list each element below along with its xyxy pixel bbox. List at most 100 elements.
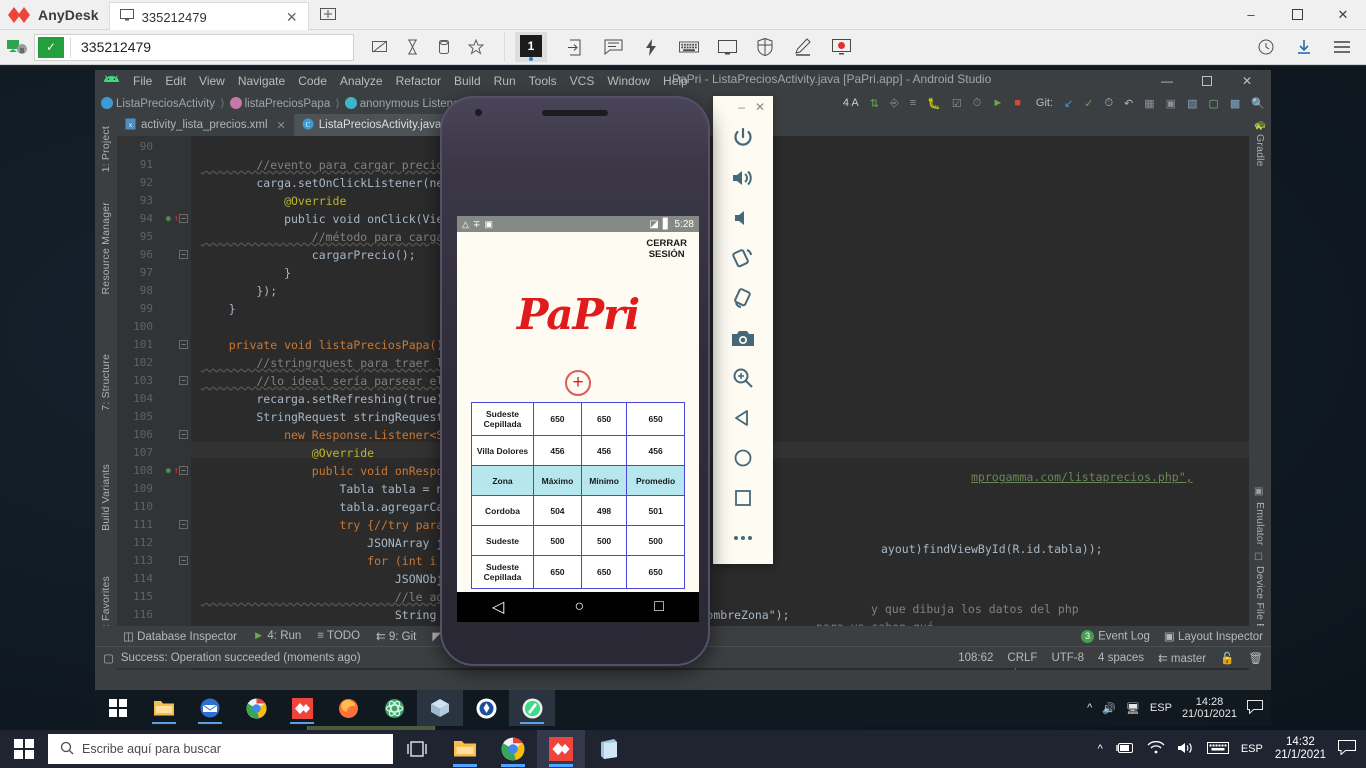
file-explorer-icon[interactable]	[441, 730, 489, 768]
close-icon[interactable]: ✕	[277, 119, 286, 132]
local-clock[interactable]: 14:32 21/1/2021	[1275, 736, 1326, 762]
menu-edit[interactable]: Edit	[165, 74, 186, 88]
menu-vcs[interactable]: VCS	[570, 74, 595, 88]
breadcrumb-listener[interactable]: anonymous Listener	[344, 96, 463, 110]
transfer-icon[interactable]	[565, 37, 585, 57]
fold-icon[interactable]: −	[179, 340, 188, 349]
fold-icon[interactable]: −	[179, 250, 188, 259]
search-icon[interactable]: 🔍	[1251, 97, 1265, 110]
battery-icon[interactable]	[1115, 742, 1135, 757]
home-icon[interactable]	[713, 438, 773, 478]
android-studio-icon[interactable]	[509, 690, 555, 726]
profiler-icon[interactable]: ⏱	[973, 97, 982, 110]
rail-build-variants[interactable]: Build Variants	[100, 464, 112, 531]
windows-start-icon[interactable]	[0, 730, 48, 768]
fold-icon[interactable]: −	[179, 520, 188, 529]
git-update-icon[interactable]: ↙	[1064, 97, 1073, 110]
rotate-left-icon[interactable]	[713, 238, 773, 278]
star-icon[interactable]	[466, 37, 486, 57]
anydesk-icon[interactable]	[537, 730, 585, 768]
record-icon[interactable]	[831, 37, 851, 57]
sync-gradle-icon[interactable]: ▩	[1230, 97, 1240, 110]
device-file-icon[interactable]: ▢	[1208, 97, 1218, 110]
windows-start-icon[interactable]	[95, 690, 141, 726]
file-explorer-icon[interactable]	[141, 690, 187, 726]
git-commit-icon[interactable]: ✓	[1084, 97, 1093, 110]
git-rollback-icon[interactable]: ↶	[1124, 97, 1133, 110]
run-config-label[interactable]: 4 A	[843, 97, 859, 109]
home-nav-icon[interactable]: ○	[574, 598, 584, 616]
tool-run[interactable]: ► 4: Run	[253, 630, 301, 642]
indent-setting[interactable]: 4 spaces	[1098, 652, 1144, 664]
run-profile-icon[interactable]: ►	[992, 97, 1003, 109]
history-icon[interactable]	[1256, 37, 1276, 57]
fold-icon[interactable]: −	[179, 556, 188, 565]
project-structure-icon[interactable]: ▦	[1144, 97, 1154, 110]
more-icon[interactable]	[713, 518, 773, 558]
anydesk-session-tab[interactable]: 335212479 ✕	[108, 2, 309, 31]
notification-icon[interactable]	[1338, 740, 1356, 758]
volume-icon[interactable]	[1177, 741, 1195, 758]
menu-analyze[interactable]: Analyze	[340, 74, 383, 88]
chrome-icon[interactable]	[489, 730, 537, 768]
atom-icon[interactable]	[371, 690, 417, 726]
breadcrumb-method[interactable]: listaPreciosPapa	[229, 96, 330, 110]
remote-clock[interactable]: 14:28 21/01/2021	[1182, 696, 1237, 720]
keyboard-icon[interactable]	[1206, 741, 1229, 758]
language-indicator[interactable]: ESP	[1241, 743, 1263, 755]
line-separator[interactable]: CRLF	[1007, 652, 1037, 664]
rail-favorites[interactable]: 2: Favorites	[100, 576, 112, 633]
tool-git[interactable]: ⇇ 9: Git	[376, 629, 416, 643]
fold-icon[interactable]: −	[179, 466, 188, 475]
minimize-button[interactable]: —	[1147, 70, 1187, 92]
recents-nav-icon[interactable]: □	[654, 598, 664, 616]
task-view-icon[interactable]	[393, 730, 441, 768]
download-icon[interactable]	[1294, 37, 1314, 57]
rail-resource-manager[interactable]: Resource Manager	[100, 202, 112, 295]
close-button[interactable]: ✕	[1227, 70, 1267, 92]
android-emulator-device[interactable]: △ ∓ ▣ ◪ ▋ 5:28 CERRAR SESIÓN PaPri + Sud…	[440, 96, 710, 666]
new-tab-icon[interactable]	[309, 0, 347, 29]
back-nav-icon[interactable]: ◁	[492, 597, 504, 617]
display-icon[interactable]	[717, 37, 737, 57]
package-icon[interactable]	[417, 690, 463, 726]
store-icon[interactable]	[585, 730, 633, 768]
fold-icon[interactable]: −	[179, 214, 188, 223]
chevron-up-icon[interactable]: ^	[1087, 702, 1092, 714]
trash-icon[interactable]: 🗑	[1248, 651, 1263, 665]
screen-privacy-icon[interactable]	[370, 37, 390, 57]
file-encoding[interactable]: UTF-8	[1051, 652, 1084, 664]
emulator-screen[interactable]: △ ∓ ▣ ◪ ▋ 5:28 CERRAR SESIÓN PaPri + Sud…	[457, 216, 699, 622]
network-icon[interactable]: 🖥	[1126, 702, 1140, 715]
chevron-up-icon[interactable]: ^	[1098, 743, 1103, 755]
actions-icon[interactable]	[641, 37, 661, 57]
zoom-icon[interactable]	[713, 358, 773, 398]
caret-position[interactable]: 108:62	[958, 652, 993, 664]
session-count-badge[interactable]: 1	[515, 32, 547, 62]
plus-circle-icon[interactable]: +	[565, 370, 591, 396]
anydesk-address-bar[interactable]: ✓ 335212479	[34, 33, 354, 61]
debug-icon[interactable]: 🐛	[927, 97, 941, 110]
screenshot-icon[interactable]	[713, 318, 773, 358]
sdk-manager-icon[interactable]: ▧	[1187, 97, 1197, 110]
volume-down-icon[interactable]	[713, 198, 773, 238]
rotate-right-icon[interactable]	[713, 278, 773, 318]
git-branch[interactable]: ⇇ master	[1158, 651, 1206, 665]
volume-up-icon[interactable]	[713, 158, 773, 198]
antivirus-icon[interactable]	[463, 690, 509, 726]
permissions-icon[interactable]	[755, 37, 775, 57]
logout-button[interactable]: CERRAR SESIÓN	[646, 238, 687, 260]
menu-refactor[interactable]: Refactor	[396, 74, 441, 88]
tool-database-inspector[interactable]: ◫ Database Inspector	[123, 629, 237, 643]
avd-manager-icon[interactable]: ▣	[1166, 97, 1176, 110]
whiteboard-icon[interactable]	[793, 37, 813, 57]
address-value[interactable]: 335212479	[70, 36, 353, 58]
anydesk-icon[interactable]	[279, 690, 325, 726]
menu-code[interactable]: Code	[298, 74, 327, 88]
hourglass-icon[interactable]	[402, 37, 422, 57]
language-indicator[interactable]: ESP	[1150, 702, 1172, 714]
power-icon[interactable]	[713, 118, 773, 158]
minimize-button[interactable]: –	[738, 100, 745, 114]
clipboard-icon[interactable]	[434, 37, 454, 57]
menu-view[interactable]: View	[199, 74, 225, 88]
